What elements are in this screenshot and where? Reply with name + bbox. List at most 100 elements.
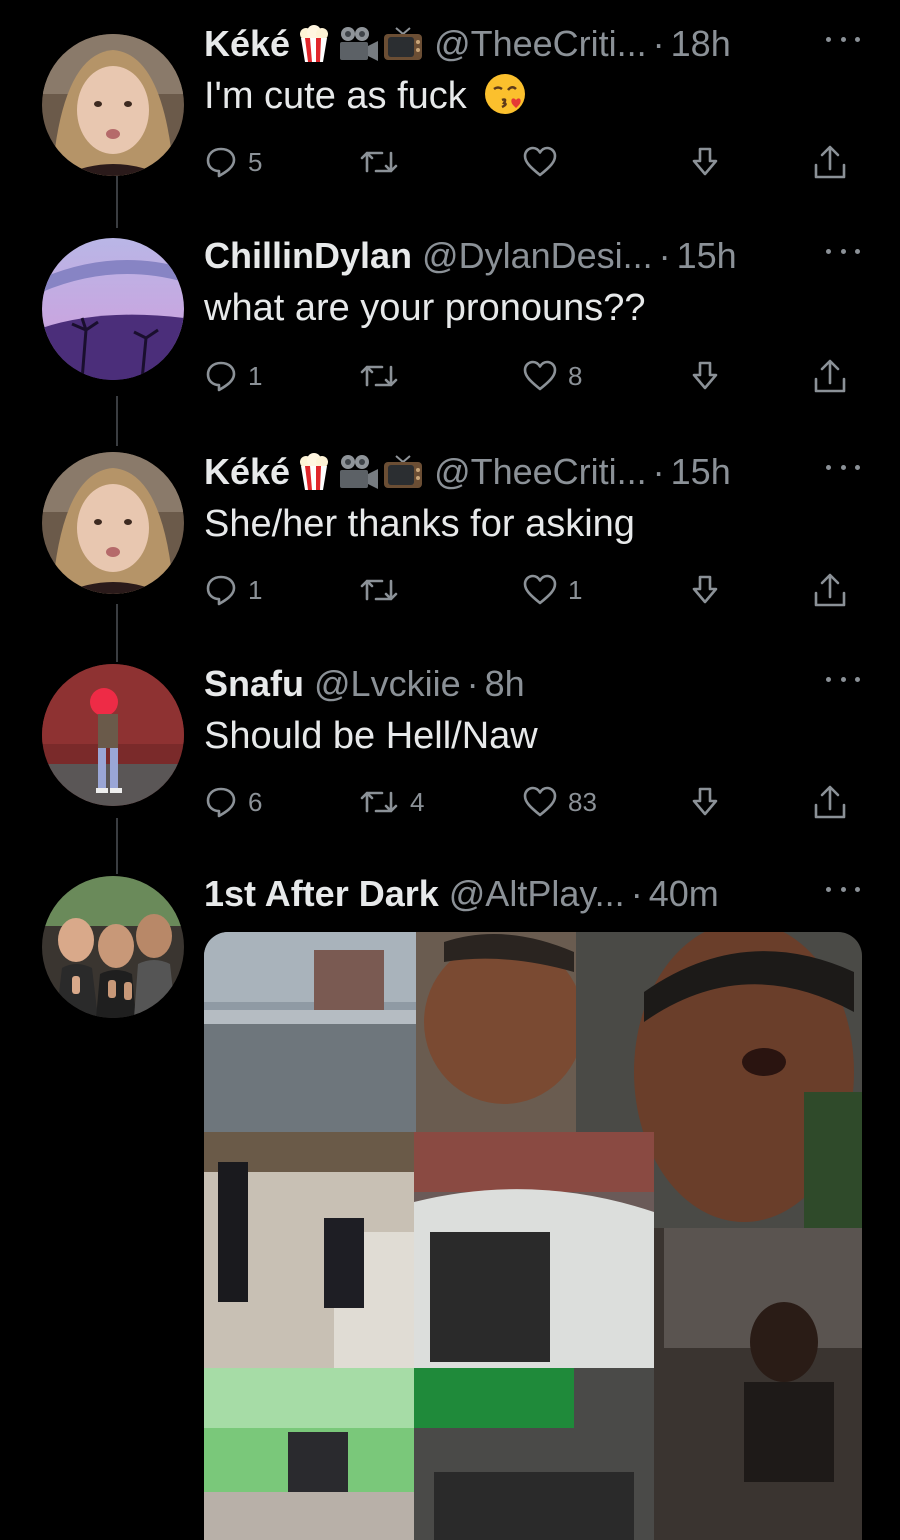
download-icon [692, 787, 718, 816]
thread-line [116, 396, 118, 446]
tweet-text: what are your pronouns?? [204, 287, 646, 329]
reply-button[interactable]: 5 [204, 142, 262, 182]
media-collage[interactable] [204, 932, 862, 1540]
tweet-actions: 6 4 83 [0, 782, 900, 822]
retweet-button[interactable]: 4 [358, 782, 424, 822]
display-name[interactable]: 1st After Dark [204, 872, 439, 916]
thread-line [116, 604, 118, 662]
timestamp[interactable]: 40m [649, 872, 719, 916]
separator: · [652, 451, 665, 492]
heart-icon [523, 574, 557, 605]
media-tile-dark-room [654, 1228, 862, 1540]
timestamp[interactable]: 15h [671, 450, 731, 494]
separator: · [466, 663, 479, 704]
tweet-text: Should be Hell/Naw [204, 715, 538, 757]
more-options-icon[interactable] [826, 24, 860, 54]
share-icon [814, 359, 846, 393]
movie-camera-icon [340, 27, 379, 61]
media-tile-room [204, 1132, 414, 1368]
reply-count: 1 [248, 360, 263, 391]
kissing-face-icon [485, 74, 526, 114]
more-options-icon[interactable] [826, 236, 860, 266]
retweet-count: 4 [410, 786, 425, 817]
download-icon [692, 575, 718, 604]
tweet-actions: 5 [0, 142, 900, 182]
reply-icon [206, 361, 236, 392]
like-button[interactable]: 1 [522, 570, 582, 610]
retweet-icon [360, 579, 398, 601]
like-count: 83 [568, 786, 597, 817]
separator: · [652, 23, 665, 64]
heart-icon [523, 360, 557, 391]
media-tile-green-room [204, 1368, 414, 1540]
handle[interactable]: @TheeCriti... [434, 22, 647, 66]
share-icon [814, 785, 846, 819]
like-button[interactable]: 83 [522, 782, 597, 822]
retweet-button[interactable] [358, 142, 410, 182]
download-icon [692, 361, 718, 390]
share-button[interactable] [812, 782, 848, 822]
heart-icon [523, 786, 557, 817]
retweet-icon [360, 151, 398, 173]
more-options-icon[interactable] [826, 664, 860, 694]
timestamp[interactable]: 15h [677, 234, 737, 278]
like-count: 1 [568, 574, 583, 605]
name-emojis [294, 452, 424, 492]
like-button[interactable]: 8 [522, 356, 582, 396]
retweet-button[interactable] [358, 356, 410, 396]
retweet-button[interactable] [358, 570, 410, 610]
handle[interactable]: @TheeCriti... [434, 450, 647, 494]
display-name[interactable]: ChillinDylan [204, 234, 412, 278]
television-icon [384, 455, 423, 488]
more-options-icon[interactable] [826, 874, 860, 904]
display-name[interactable]: Kéké [204, 450, 290, 494]
reply-icon [206, 575, 236, 606]
display-name[interactable]: Kéké [204, 22, 290, 66]
reply-button[interactable]: 1 [204, 356, 262, 396]
movie-camera-icon [340, 455, 379, 489]
media-tile-desk [414, 1368, 654, 1540]
tweet-text: She/her thanks for asking [204, 503, 635, 545]
share-icon [814, 145, 846, 179]
heart-icon [523, 146, 557, 177]
timestamp[interactable]: 8h [485, 662, 525, 706]
reply-button[interactable]: 6 [204, 782, 262, 822]
bookmark-button[interactable] [688, 356, 722, 396]
retweet-icon [360, 365, 398, 387]
avatar[interactable] [42, 876, 184, 1018]
share-button[interactable] [812, 570, 848, 610]
share-icon [814, 573, 846, 607]
reply-count: 5 [248, 146, 263, 177]
name-emojis [294, 24, 424, 64]
handle[interactable]: @AltPlay... [449, 872, 625, 916]
tweet-text-body: I'm cute as fuck [204, 75, 467, 117]
tweet-actions: 1 8 [0, 356, 900, 396]
bookmark-button[interactable] [688, 570, 722, 610]
popcorn-icon [300, 453, 329, 490]
reply-icon [206, 787, 236, 818]
like-button[interactable] [522, 142, 568, 182]
separator: · [630, 873, 643, 914]
bookmark-button[interactable] [688, 782, 722, 822]
tweet-text: I'm cute as fuck [204, 72, 860, 120]
timestamp[interactable]: 18h [671, 22, 731, 66]
thread-line [116, 176, 118, 228]
handle[interactable]: @Lvckiie [314, 662, 461, 706]
display-name[interactable]: Snafu [204, 662, 304, 706]
handle[interactable]: @DylanDesi... [422, 234, 653, 278]
media-tile-car [414, 1132, 654, 1368]
share-button[interactable] [812, 142, 848, 182]
media-tile-face [416, 932, 584, 1132]
download-icon [692, 147, 718, 176]
more-options-icon[interactable] [826, 452, 860, 482]
retweet-icon [360, 791, 398, 813]
share-button[interactable] [812, 356, 848, 396]
television-icon [384, 27, 423, 60]
thread-line [116, 818, 118, 874]
reply-button[interactable]: 1 [204, 570, 262, 610]
popcorn-icon [300, 25, 329, 62]
separator: · [658, 235, 671, 276]
tweet-actions: 1 1 [0, 570, 900, 610]
bookmark-button[interactable] [688, 142, 722, 182]
like-count: 8 [568, 360, 583, 391]
